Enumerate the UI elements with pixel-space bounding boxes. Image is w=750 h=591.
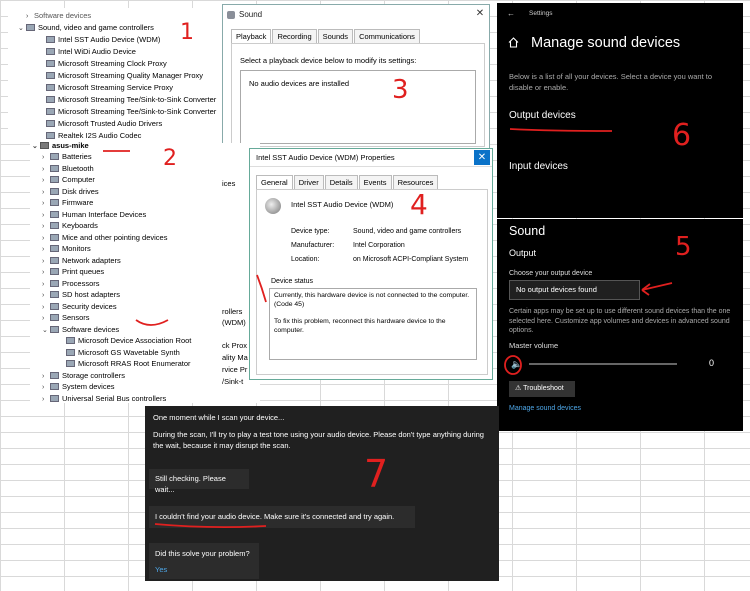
annotation-number: 3	[392, 75, 409, 105]
annotation-arrow	[641, 282, 673, 296]
annotation-underline	[154, 523, 267, 529]
annotation-number: 7	[364, 452, 389, 496]
annotation-number: 2	[163, 146, 177, 171]
annotation-stroke	[256, 274, 267, 303]
annotation-number: 5	[675, 232, 692, 262]
annotation-number: 6	[672, 118, 692, 153]
annotation-underline	[509, 128, 613, 132]
annotation-layer	[103, 128, 673, 529]
annotation-number: 1	[180, 20, 194, 45]
annotation-number: 4	[410, 188, 428, 221]
annotation-underline	[135, 319, 169, 326]
annotation-circle	[504, 355, 522, 375]
